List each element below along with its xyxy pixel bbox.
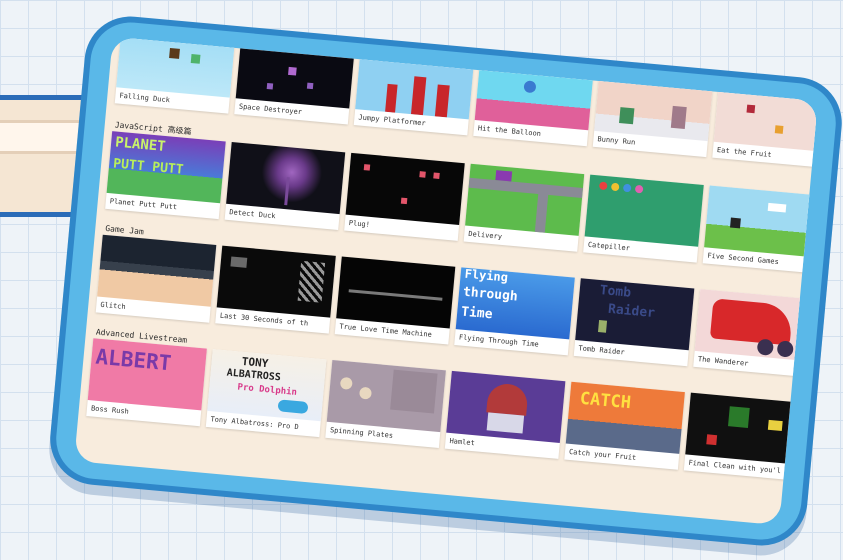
game-card-plug[interactable]: Plug! bbox=[344, 152, 465, 241]
game-thumbnail bbox=[226, 142, 346, 215]
art-text: PLANET bbox=[114, 134, 167, 155]
game-thumbnail: PLANET PUTT PUTT bbox=[106, 131, 226, 204]
game-card-boss-rush[interactable]: ALBERT Boss Rush bbox=[86, 338, 207, 427]
game-thumbnail bbox=[116, 36, 236, 98]
game-thumbnail: Tomb Raider bbox=[575, 278, 695, 351]
game-thumbnail bbox=[465, 163, 585, 236]
game-thumbnail bbox=[704, 185, 818, 258]
art-text: PUTT PUTT bbox=[112, 156, 185, 178]
game-thumbnail bbox=[97, 234, 217, 307]
chevron-right-icon: › bbox=[815, 433, 818, 454]
game-card-glitch[interactable]: Glitch bbox=[95, 234, 217, 323]
game-card-detect-duck[interactable]: Detect Duck bbox=[224, 142, 346, 231]
game-card-tomb-raider[interactable]: Tomb Raider Tomb Raider bbox=[573, 278, 695, 367]
game-thumbnail bbox=[326, 360, 446, 433]
art-text: TONY bbox=[241, 354, 269, 371]
game-card-spinning-plates[interactable]: Spinning Plates bbox=[325, 360, 446, 449]
game-thumbnail bbox=[216, 245, 336, 318]
tablet-card: Falling Duck Space Destroyer Jumpy Platf… bbox=[46, 12, 843, 550]
game-thumbnail bbox=[336, 256, 456, 329]
art-text: Flying bbox=[464, 267, 509, 285]
game-card-flying-through-time[interactable]: Flying through Time Flying Through Time bbox=[454, 267, 575, 356]
game-card-catch-your-fruit[interactable]: CATCH Catch your Fruit bbox=[564, 381, 685, 470]
game-card-last-30-seconds[interactable]: Last 30 Seconds of th bbox=[215, 245, 336, 334]
game-card-delivery[interactable]: Delivery bbox=[463, 163, 585, 252]
game-card-falling-duck[interactable]: Falling Duck bbox=[114, 36, 236, 114]
art-text: CATCH bbox=[578, 388, 632, 414]
game-card-hamlet[interactable]: Hamlet bbox=[444, 370, 566, 459]
game-card-catepiller[interactable]: Catepiller bbox=[583, 174, 704, 263]
game-card-five-second-games[interactable]: Five Second Games bbox=[702, 185, 818, 274]
art-text: Raider bbox=[607, 301, 656, 322]
art-text: ALBERT bbox=[94, 344, 173, 376]
game-thumbnail bbox=[345, 152, 465, 225]
games-gallery: Falling Duck Space Destroyer Jumpy Platf… bbox=[74, 36, 818, 526]
game-card-true-love-time-machine[interactable]: True Love Time Machine bbox=[334, 256, 456, 345]
game-thumbnail bbox=[446, 370, 566, 443]
art-text: ALBATROSS bbox=[226, 367, 282, 384]
game-thumbnail: TONY ALBATROSS Pro Dolphin bbox=[207, 349, 327, 422]
art-text: Pro Dolphin bbox=[237, 382, 298, 398]
game-thumbnail: CATCH bbox=[565, 381, 685, 454]
art-text: through bbox=[462, 284, 519, 305]
art-text: Time bbox=[460, 304, 494, 323]
game-thumbnail: ALBERT bbox=[87, 338, 207, 411]
game-thumbnail: Flying through Time bbox=[455, 267, 575, 340]
game-card-tony-albatross[interactable]: TONY ALBATROSS Pro Dolphin Tony Albatros… bbox=[205, 349, 327, 438]
game-thumbnail bbox=[584, 174, 704, 247]
game-card-planet-putt-putt[interactable]: PLANET PUTT PUTT Planet Putt Putt bbox=[105, 131, 226, 220]
art-text: Tomb bbox=[599, 283, 632, 301]
